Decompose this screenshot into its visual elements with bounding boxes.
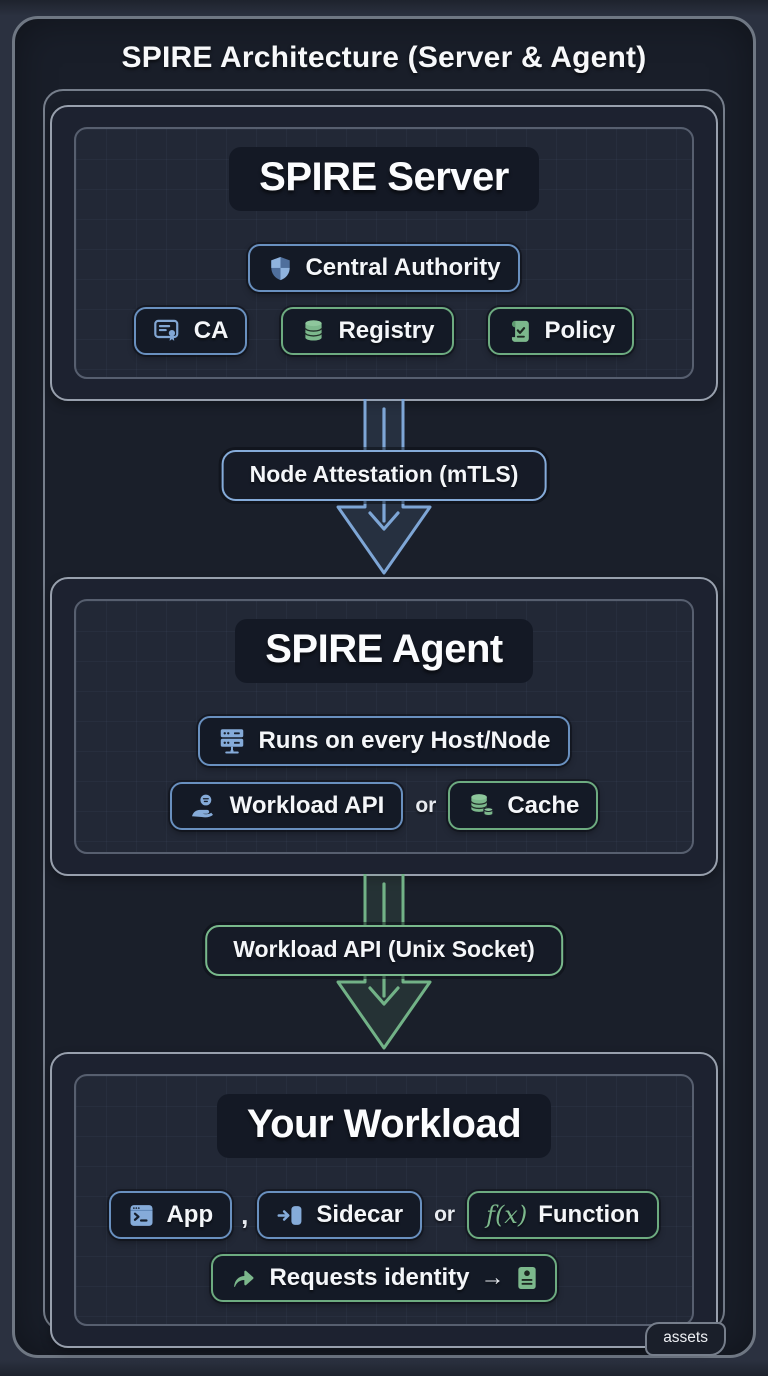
or-separator: or (434, 1203, 456, 1226)
certificate-icon (153, 319, 179, 341)
hand-identity-icon (191, 794, 213, 817)
server-row-central: Central Authority (248, 244, 520, 292)
policy-scroll-icon (511, 320, 529, 342)
your-workload-section: Your Workload App , Sidecar or f(x) Func… (50, 1052, 718, 1348)
spire-server-panel: SPIRE Server Central Authority CA Regist… (74, 127, 694, 379)
comma-separator: , (241, 1199, 249, 1230)
spire-agent-panel: SPIRE Agent Runs on every Host/Node Work… (74, 599, 694, 854)
central-authority-label: Central Authority (305, 254, 501, 281)
shield-icon (271, 256, 291, 280)
fx-icon: f(x) (486, 1201, 528, 1229)
diagram-outer-frame: SPIRE Architecture (Server & Agent) SPIR… (12, 16, 756, 1358)
your-workload-panel: Your Workload App , Sidecar or f(x) Func… (74, 1074, 694, 1326)
spire-server-section: SPIRE Server Central Authority CA Regist… (50, 105, 718, 401)
diagram-content-frame: SPIRE Server Central Authority CA Regist… (43, 89, 726, 1356)
runs-on-every-host-label: Runs on every Host/Node (258, 727, 551, 754)
app-badge: App (109, 1191, 233, 1239)
arrow-into-box-icon (277, 1205, 302, 1225)
share-arrow-icon (234, 1270, 254, 1287)
database-icon (305, 319, 323, 340)
server-row-components: CA Registry Policy (133, 307, 635, 355)
your-workload-title: Your Workload (216, 1094, 552, 1158)
agent-row-api-cache: Workload API or Cache (169, 781, 599, 830)
agent-row-runs: Runs on every Host/Node (198, 716, 570, 766)
cache-badge: Cache (448, 781, 599, 830)
page-title: SPIRE Architecture (Server & Agent) (121, 41, 647, 74)
ca-badge: CA (133, 307, 248, 355)
sidecar-badge: Sidecar (257, 1191, 423, 1239)
ca-label: CA (193, 317, 229, 344)
requests-identity-badge: Requests identity → (211, 1254, 557, 1302)
policy-badge: Policy (487, 307, 635, 355)
spire-server-title: SPIRE Server (229, 147, 539, 211)
workload-api-badge: Workload API (169, 781, 404, 830)
workload-row-requests: Requests identity → (211, 1254, 557, 1302)
registry-badge: Registry (281, 307, 454, 355)
spire-agent-section: SPIRE Agent Runs on every Host/Node Work… (50, 577, 718, 876)
node-attestation-label: Node Attestation (mTLS) (221, 450, 547, 501)
spire-agent-title: SPIRE Agent (235, 619, 533, 683)
assets-watermark-tab: assets (645, 1322, 726, 1356)
function-label: Function (538, 1201, 640, 1228)
right-arrow-glyph: → (480, 1264, 505, 1291)
policy-label: Policy (544, 317, 616, 344)
workload-row-types: App , Sidecar or f(x) Function (109, 1191, 659, 1239)
cache-label: Cache (507, 791, 580, 819)
runs-on-every-host-badge: Runs on every Host/Node (198, 716, 570, 766)
function-badge: f(x) Function (467, 1191, 659, 1239)
sidecar-label: Sidecar (316, 1201, 404, 1228)
server-rack-icon (221, 729, 244, 754)
central-authority-badge: Central Authority (248, 244, 520, 292)
requests-identity-label: Requests identity (269, 1264, 470, 1291)
workload-api-label: Workload API (229, 791, 385, 819)
app-label: App (166, 1201, 214, 1228)
or-separator: or (415, 793, 437, 817)
registry-label: Registry (338, 317, 435, 344)
workload-api-arrow-zone: Workload API (Unix Socket) (47, 874, 721, 1052)
terminal-icon (130, 1204, 153, 1226)
node-attestation-arrow-zone: Node Attestation (mTLS) (47, 399, 721, 577)
workload-api-socket-label: Workload API (Unix Socket) (205, 925, 563, 976)
coin-stack-icon (470, 794, 494, 817)
id-badge-icon (517, 1266, 536, 1290)
